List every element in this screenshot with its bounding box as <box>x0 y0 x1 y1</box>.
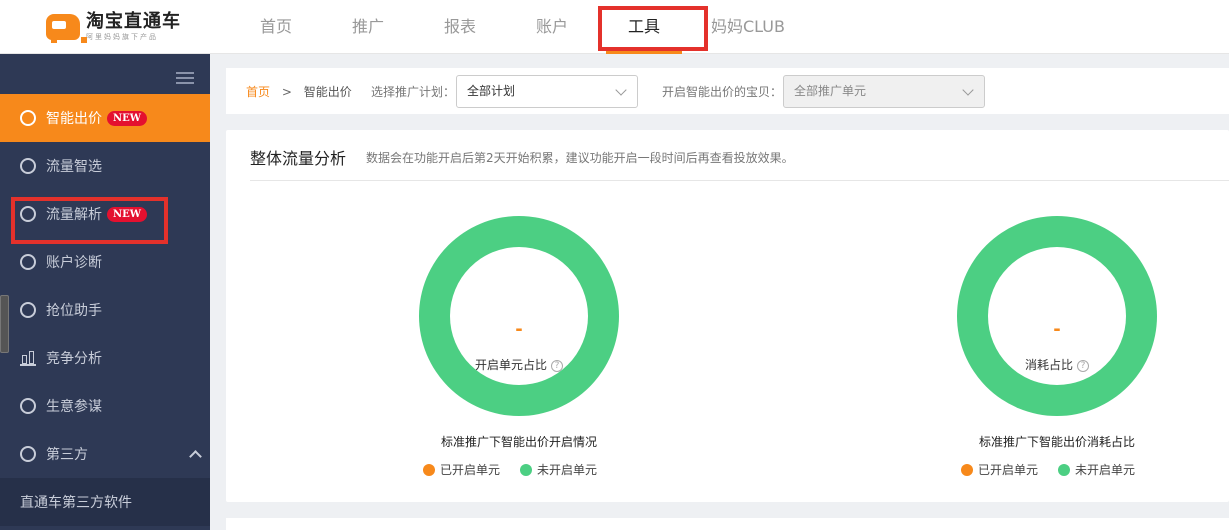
resize-handle[interactable] <box>0 295 9 353</box>
car-logo-icon <box>46 14 87 43</box>
sidebar-subitem-label: 直通车第三方软件 <box>20 495 132 511</box>
donut-center: - 开启单元占比? <box>450 247 588 385</box>
collapse-menu-icon[interactable] <box>176 72 194 86</box>
donut-value: - <box>515 319 523 340</box>
breadcrumb-current: 智能出价 <box>303 85 352 99</box>
smart-bid-icon <box>20 110 36 126</box>
legend-item[interactable]: 已开启单元 <box>423 461 500 478</box>
legend-item[interactable]: 已开启单元 <box>961 461 1038 478</box>
help-icon[interactable]: ? <box>551 359 563 372</box>
sidebar-item-traffic-select[interactable]: 流量智选 <box>0 142 210 190</box>
new-badge: NEW <box>107 110 147 126</box>
logo-title: 淘宝直通车 <box>86 11 181 32</box>
sidebar-item-label: 流量智选 <box>46 159 102 175</box>
breadcrumb-home[interactable]: 首页 <box>246 85 270 99</box>
sidebar: 智能出价 NEW 流量智选 流量解析 NEW 账户诊断 抢位助手 竞争分析 生意… <box>0 54 210 530</box>
diagnosis-icon <box>20 254 36 270</box>
unit-select-label: 开启智能出价的宝贝： <box>662 85 783 99</box>
legend-label: 未开启单元 <box>537 463 598 477</box>
donut-center-label: 消耗占比? <box>988 356 1126 373</box>
plan-select-label: 选择推广计划： <box>371 85 456 99</box>
chart-caption: 标准推广下智能出价消耗占比 <box>978 435 1135 449</box>
logo-subtitle: 阿里妈妈旗下产品 <box>86 33 158 41</box>
help-icon[interactable]: ? <box>1077 359 1089 372</box>
nav-reports[interactable]: 报表 <box>414 0 506 54</box>
sidebar-item-diagnosis[interactable]: 账户诊断 <box>0 238 210 286</box>
nav-home[interactable]: 首页 <box>230 0 322 54</box>
legend-dot-green <box>1058 463 1071 476</box>
sidebar-item-label: 第三方 <box>46 447 88 463</box>
next-panel <box>226 518 1229 530</box>
legend-item[interactable]: 未开启单元 <box>1058 461 1135 478</box>
sidebar-item-third-party[interactable]: 第三方 <box>0 430 210 478</box>
legend-dot-green <box>520 463 533 476</box>
unit-select-value: 全部推广单元 <box>794 84 867 98</box>
nav-account[interactable]: 账户 <box>506 0 598 54</box>
sidebar-subitem-third-party-software[interactable]: 直通车第三方软件 <box>0 478 210 526</box>
circle-icon <box>20 446 36 462</box>
chevron-down-icon <box>615 84 627 96</box>
sidebar-item-business-advisor[interactable]: 生意参谋 <box>0 382 210 430</box>
panel-title: 整体流量分析 <box>250 149 347 168</box>
sidebar-item-competition[interactable]: 竞争分析 <box>0 334 210 382</box>
legend-label: 已开启单元 <box>978 463 1039 477</box>
donut-chart-spend-share: - 消耗占比? <box>957 216 1157 416</box>
unit-select[interactable]: 全部推广单元 <box>783 75 985 108</box>
donut-chart-enabled-units: - 开启单元占比? <box>419 216 619 416</box>
sidebar-item-label: 智能出价 <box>46 111 102 127</box>
legend-dot-orange <box>961 463 973 476</box>
panel-description: 数据会在功能开启后第2天开始积累，建议功能开启一段时间后再查看投放效果。 <box>366 151 794 165</box>
sidebar-item-label: 竞争分析 <box>46 351 102 367</box>
chevron-up-icon <box>189 449 202 463</box>
sidebar-item-position-helper[interactable]: 抢位助手 <box>0 286 210 334</box>
nav-promotion[interactable]: 推广 <box>322 0 414 54</box>
donut-center-label: 开启单元占比? <box>450 356 588 373</box>
donut-center-label-text: 消耗占比 <box>1024 358 1073 372</box>
position-icon <box>20 302 36 318</box>
panel-header: 整体流量分析 数据会在功能开启后第2天开始积累，建议功能开启一段时间后再查看投放… <box>250 130 1229 181</box>
sidebar-item-label: 抢位助手 <box>46 303 102 319</box>
legend-item[interactable]: 未开启单元 <box>520 461 597 478</box>
sidebar-item-smart-bid[interactable]: 智能出价 NEW <box>0 94 210 142</box>
plan-select[interactable]: 全部计划 <box>456 75 638 108</box>
highlight-box-tools <box>598 6 708 51</box>
donut-center: - 消耗占比? <box>988 247 1126 385</box>
sidebar-item-label: 生意参谋 <box>46 399 102 415</box>
legend-dot-orange <box>423 463 435 476</box>
sidebar-menu: 智能出价 NEW 流量智选 流量解析 NEW 账户诊断 抢位助手 竞争分析 生意… <box>0 94 210 526</box>
legend-label: 已开启单元 <box>440 463 501 477</box>
chart-legend: 已开启单元 未开启单元 <box>961 461 1155 478</box>
breadcrumb-separator: > <box>281 85 292 99</box>
highlight-box-traffic-analysis <box>11 197 168 244</box>
logo-text: 淘宝直通车 阿里妈妈旗下产品 <box>86 12 181 42</box>
breadcrumb: 首页 > 智能出价 <box>246 83 352 100</box>
main-nav: 首页 推广 报表 账户 工具 妈妈CLUB <box>230 0 806 54</box>
donut-center-label-text: 开启单元占比 <box>474 358 547 372</box>
chart-legend: 已开启单元 未开启单元 <box>423 461 617 478</box>
donut-value: - <box>1053 319 1061 340</box>
filter-bar: 首页 > 智能出价 选择推广计划： 全部计划 开启智能出价的宝贝： 全部推广单元 <box>226 68 1229 114</box>
bar-chart-icon <box>20 350 36 366</box>
sidebar-item-label: 账户诊断 <box>46 255 102 271</box>
compass-icon <box>20 398 36 414</box>
legend-label: 未开启单元 <box>1075 463 1136 477</box>
chart-caption: 标准推广下智能出价开启情况 <box>440 435 597 449</box>
plan-select-value: 全部计划 <box>467 84 516 98</box>
top-bar: 淘宝直通车 阿里妈妈旗下产品 首页 推广 报表 账户 工具 妈妈CLUB <box>0 0 1229 54</box>
chevron-down-icon <box>962 84 974 96</box>
traffic-select-icon <box>20 158 36 174</box>
logo[interactable]: 淘宝直通车 阿里妈妈旗下产品 <box>46 10 181 44</box>
